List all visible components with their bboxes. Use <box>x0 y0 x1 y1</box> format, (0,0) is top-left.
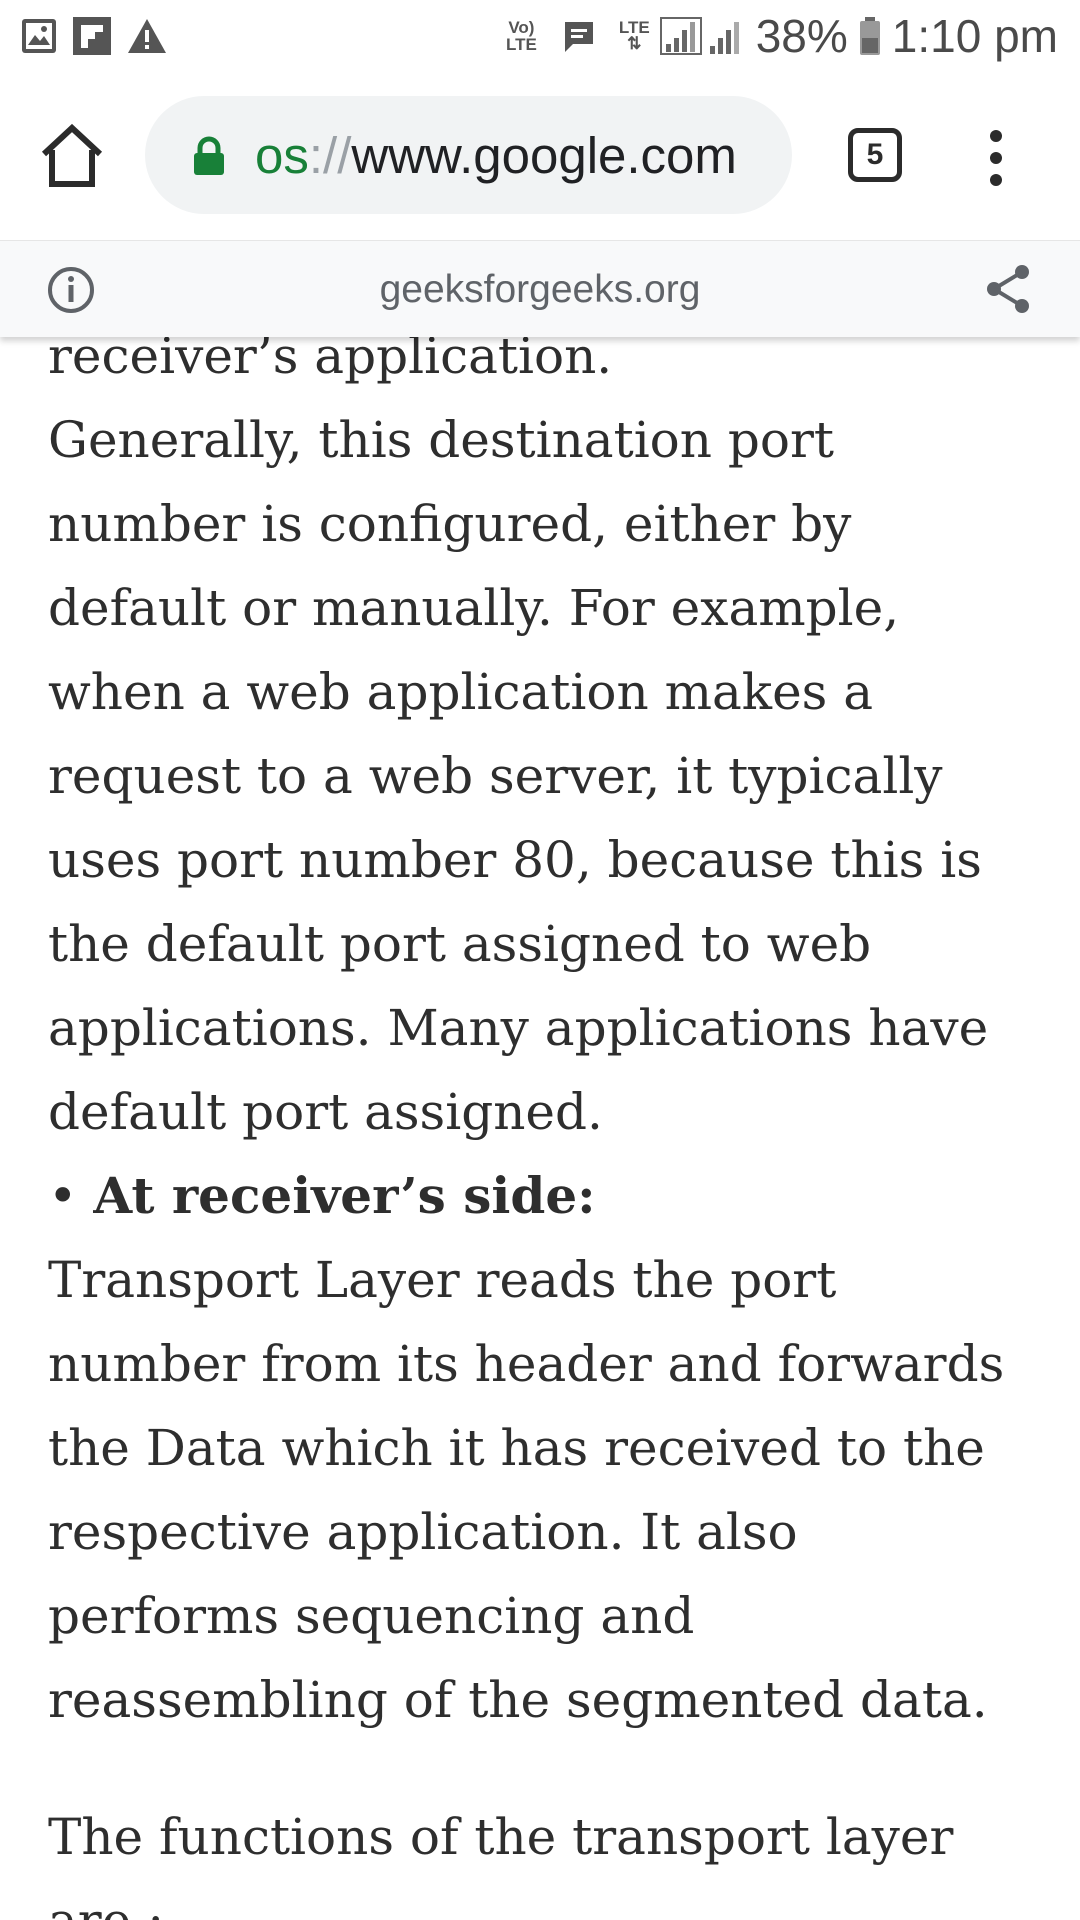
battery-icon <box>859 17 880 55</box>
article-line: the default port assigned to web <box>48 915 872 973</box>
tab-switcher-button[interactable]: 5 <box>848 128 902 182</box>
article-line: are : <box>48 1879 164 1920</box>
article-line: default port assigned. <box>48 1083 603 1141</box>
more-options-icon[interactable] <box>976 128 1016 188</box>
page-info-bar: geeksforgeeks.org <box>0 240 1080 337</box>
article-line: Generally, this destination port <box>48 411 834 469</box>
volte-indicator: Vo) LTE <box>506 19 537 53</box>
status-bar: Vo) LTE LTE ⇅ 38% 1:10 pm <box>0 0 1080 72</box>
lte-indicator: LTE ⇅ <box>619 19 650 53</box>
url-text: os://www.google.com <box>255 126 775 186</box>
browser-toolbar: os://www.google.com 5 <box>0 72 1080 240</box>
clock: 1:10 pm <box>891 10 1058 62</box>
signal-icon <box>659 17 739 55</box>
home-icon[interactable] <box>36 120 108 192</box>
article-line: The functions of the transport layer <box>48 1808 954 1866</box>
screen: receiver’s application. Generally, this … <box>0 0 1080 1920</box>
data-arrows-icon: ⇅ <box>627 34 642 53</box>
article-line: default or manually. For example, <box>48 579 900 637</box>
bullet-heading: At receiver’s side: <box>93 1166 596 1225</box>
url-bar[interactable]: os://www.google.com <box>145 96 792 214</box>
url-scheme: os <box>255 127 309 184</box>
article-line: respective application. It also <box>48 1503 798 1561</box>
message-icon <box>564 22 593 52</box>
notification-icons <box>20 16 168 56</box>
article-line: applications. Many applications have <box>48 999 989 1057</box>
article-line: number is configured, either by <box>48 495 852 553</box>
article-line: uses port number 80, because this is <box>48 831 982 889</box>
article-line: reassembling of the segmented data. <box>48 1671 988 1729</box>
share-icon[interactable] <box>984 263 1032 315</box>
warning-icon <box>128 19 166 53</box>
bullet-marker: • <box>48 1167 78 1225</box>
article-line: number from its header and forwards <box>48 1335 1005 1393</box>
url-host: www.google.com <box>351 127 737 184</box>
volte-bottom-label: LTE <box>505 35 537 54</box>
url-separator: :// <box>308 127 352 184</box>
article-line: Transport Layer reads the port <box>48 1251 837 1309</box>
article-line: the Data which it has received to the <box>48 1419 985 1477</box>
flipboard-icon <box>73 17 111 55</box>
volte-top-label: Vo) <box>508 18 535 37</box>
image-icon <box>22 19 56 53</box>
article-line: request to a web server, it typically <box>48 747 943 805</box>
system-indicators: Vo) LTE LTE ⇅ 38% 1:10 pm <box>506 8 1058 64</box>
page-domain: geeksforgeeks.org <box>379 268 701 311</box>
battery-percent: 38% <box>755 10 848 62</box>
tab-count: 5 <box>866 138 884 171</box>
article-line: performs sequencing and <box>48 1587 695 1645</box>
bullet-heading-line: • At receiver’s side: <box>48 1154 596 1238</box>
article-line: when a web application makes a <box>48 663 874 721</box>
lock-icon <box>194 136 224 175</box>
